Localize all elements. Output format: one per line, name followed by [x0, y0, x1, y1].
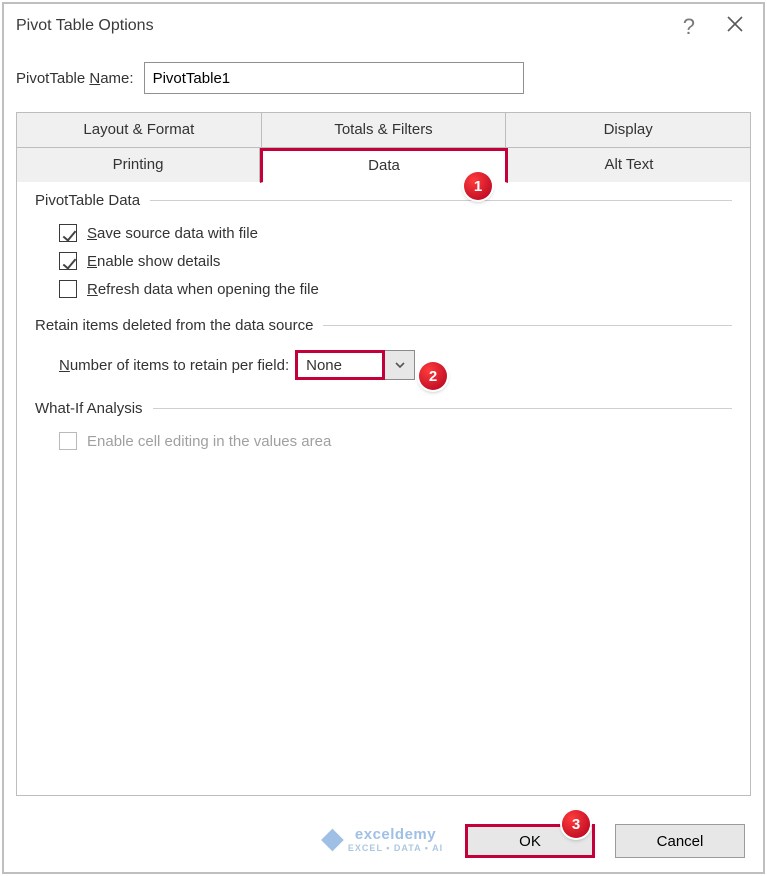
dialog: Pivot Table Options ? PivotTable Name: L… [2, 2, 765, 874]
checkbox-enable-show[interactable] [59, 252, 77, 270]
checkbox-refresh[interactable] [59, 280, 77, 298]
combo-retain: None [295, 350, 415, 380]
group-pivotdata: PivotTable Data Save source data with fi… [35, 192, 732, 303]
cancel-button[interactable]: Cancel [615, 824, 745, 858]
rule [150, 200, 732, 201]
legend-whatif: What-If Analysis [35, 400, 143, 417]
tab-display[interactable]: Display [506, 112, 751, 148]
label-refresh[interactable]: Refresh data when opening the file [87, 281, 319, 298]
group-retain: Retain items deleted from the data sourc… [35, 317, 732, 386]
chevron-down-icon [394, 359, 406, 371]
annotation-1: 1 [464, 172, 492, 200]
combo-retain-button[interactable] [385, 350, 415, 380]
tab-totals-filters[interactable]: Totals & Filters [262, 112, 507, 148]
titlebar: Pivot Table Options ? [4, 4, 763, 48]
help-icon[interactable]: ? [683, 14, 695, 40]
checkbox-enable-cell-edit [59, 432, 77, 450]
tab-printing[interactable]: Printing [16, 148, 260, 183]
legend-pivotdata: PivotTable Data [35, 192, 140, 209]
dialog-title: Pivot Table Options [16, 17, 154, 35]
tab-alt-text[interactable]: Alt Text [508, 148, 751, 183]
label-enable-show[interactable]: Enable show details [87, 253, 220, 270]
combo-retain-value[interactable]: None [295, 350, 385, 380]
pivot-name-input[interactable] [144, 62, 524, 94]
tab-strip: Layout & Format Totals & Filters Display… [16, 112, 751, 796]
tab-layout-format[interactable]: Layout & Format [16, 112, 262, 148]
close-icon[interactable] [725, 14, 745, 39]
label-enable-cell-edit: Enable cell editing in the values area [87, 433, 331, 450]
tab-panel: PivotTable Data Save source data with fi… [16, 182, 751, 796]
watermark-tag: EXCEL • DATA • AI [348, 843, 443, 853]
watermark-brand: exceldemy [355, 826, 436, 843]
panel-data: PivotTable Data Save source data with fi… [17, 182, 750, 455]
group-whatif: What-If Analysis Enable cell editing in … [35, 400, 732, 455]
tab-row-top: Layout & Format Totals & Filters Display [16, 112, 751, 148]
watermark-icon [321, 828, 344, 851]
tab-row-bottom: Printing Data Alt Text [16, 148, 751, 183]
annotation-3: 3 [562, 810, 590, 838]
watermark: exceldemy EXCEL • DATA • AI [324, 826, 443, 853]
pivot-name-label: PivotTable Name: [16, 70, 134, 87]
checkbox-save-source[interactable] [59, 224, 77, 242]
name-row: PivotTable Name: [4, 48, 763, 112]
rule [153, 408, 732, 409]
annotation-2: 2 [419, 362, 447, 390]
rule [323, 325, 732, 326]
legend-retain: Retain items deleted from the data sourc… [35, 317, 313, 334]
label-save-source[interactable]: Save source data with file [87, 225, 258, 242]
label-retain-number: Number of items to retain per field: [59, 357, 289, 374]
